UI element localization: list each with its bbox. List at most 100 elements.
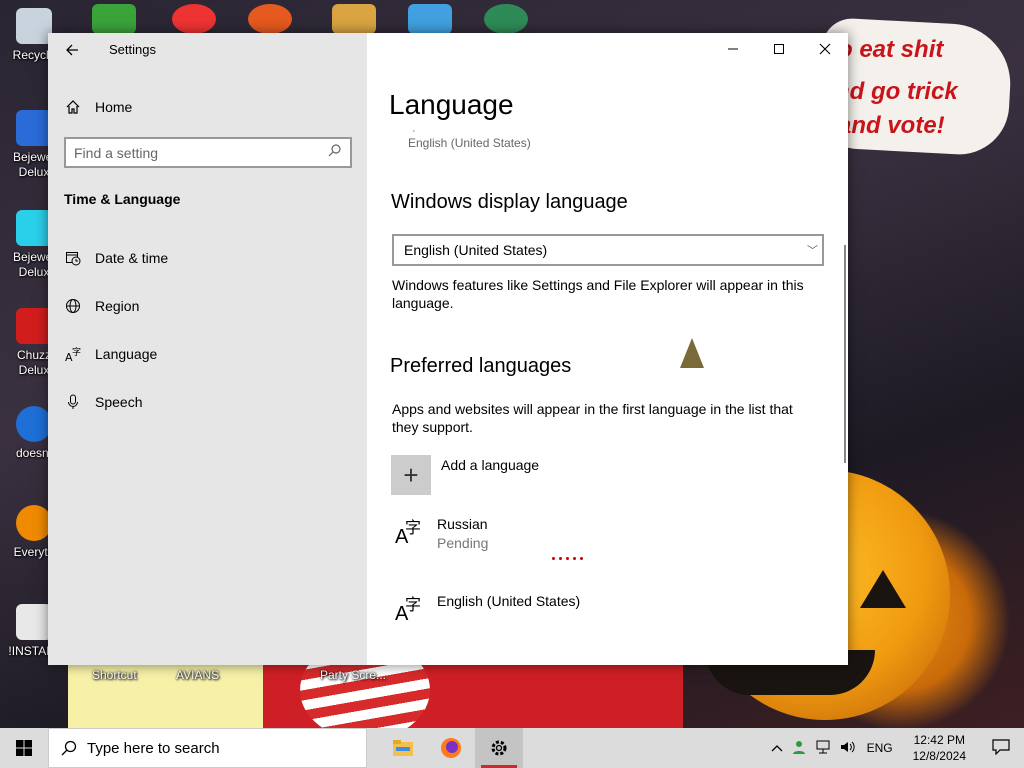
search-icon xyxy=(61,740,77,756)
find-setting-search[interactable] xyxy=(64,137,352,168)
wallpaper-text-2: nd go trick xyxy=(835,78,958,105)
taskbar-file-explorer[interactable] xyxy=(379,728,427,768)
add-language-label: Add a language xyxy=(441,457,540,473)
display-language-selected: English (United States) xyxy=(404,242,548,258)
desktop-caption-shortcut[interactable]: Shortcut xyxy=(92,668,137,682)
language-name: English (United States) xyxy=(437,593,581,609)
install-progress-indicator xyxy=(552,557,583,560)
sidebar-item-label: Region xyxy=(95,298,140,314)
firefox-icon xyxy=(441,738,461,758)
tray-volume[interactable] xyxy=(835,739,859,758)
taskbar-search-placeholder: Type here to search xyxy=(87,739,220,757)
minimize-icon xyxy=(728,48,738,50)
chevron-down-icon: ﹀ xyxy=(807,245,818,257)
character-icon[interactable] xyxy=(484,4,528,34)
preferred-languages-heading: Preferred languages xyxy=(390,355,572,377)
taskbar-firefox[interactable] xyxy=(427,728,475,768)
animated-cursor-icon xyxy=(680,338,704,368)
maximize-button[interactable] xyxy=(756,33,802,65)
sidebar-section-title: Time & Language xyxy=(64,191,181,207)
wallpaper-text-1: o eat shit xyxy=(838,36,944,63)
folder-icon xyxy=(393,740,413,756)
calendar-clock-icon xyxy=(64,249,82,267)
bejeweled-icon xyxy=(16,110,52,146)
settings-window: Settings Home Time & Language Date & tim… xyxy=(48,33,848,665)
arrow-left-icon xyxy=(66,44,78,56)
sidebar-item-label: Date & time xyxy=(95,250,169,266)
close-button[interactable] xyxy=(802,33,848,65)
language-item-english[interactable]: A字 English (United States) xyxy=(395,593,580,625)
taskbar-search-box[interactable]: Type here to search xyxy=(48,728,367,768)
chevron-up-icon xyxy=(771,745,783,752)
document-icon xyxy=(16,604,52,640)
display-language-description: Windows features like Settings and File … xyxy=(392,277,804,311)
window-controls xyxy=(710,33,848,65)
notification-icon xyxy=(992,738,1010,755)
people-icon[interactable] xyxy=(92,4,136,34)
thunderbird-icon xyxy=(16,406,52,442)
microphone-icon xyxy=(64,393,82,411)
taskbar-settings[interactable] xyxy=(475,728,523,768)
plus-icon: + xyxy=(391,455,431,495)
sidebar-item-label: Home xyxy=(95,99,133,115)
game-icon[interactable] xyxy=(332,4,376,34)
action-center-button[interactable] xyxy=(978,738,1024,758)
taskbar: Type here to search ENG 12:42 PM 12/8/20… xyxy=(0,728,1024,768)
start-button[interactable] xyxy=(0,728,48,768)
windows-app-icon[interactable] xyxy=(408,4,452,34)
settings-sidebar: Settings Home Time & Language Date & tim… xyxy=(48,33,367,665)
clock-time: 12:42 PM xyxy=(913,733,965,747)
search-magnifier-icon xyxy=(16,505,52,541)
subtitle-current-language: English (United States) xyxy=(408,136,531,150)
language-name: Russian xyxy=(437,516,488,532)
search-icon[interactable] xyxy=(328,143,342,162)
svg-text:字: 字 xyxy=(72,346,81,358)
volume-icon xyxy=(840,741,855,752)
desktop-caption-party[interactable]: Party Scre... xyxy=(320,668,386,682)
sidebar-item-home[interactable]: Home xyxy=(64,95,344,119)
input-language-indicator[interactable]: ENG xyxy=(859,741,901,755)
clock-date: 12/8/2024 xyxy=(912,749,966,763)
sidebar-item-region[interactable]: Region xyxy=(64,294,344,318)
wallpaper-text-3: and vote! xyxy=(838,112,945,139)
tray-network[interactable] xyxy=(811,739,835,758)
settings-content: Language · English (United States) Windo… xyxy=(367,33,848,665)
maximize-icon xyxy=(774,44,784,54)
add-language-button[interactable]: + Add a language xyxy=(391,455,539,495)
tray-overflow-button[interactable] xyxy=(767,741,787,755)
gear-icon xyxy=(491,740,507,756)
back-button[interactable] xyxy=(60,39,84,63)
close-icon xyxy=(819,43,831,55)
scrollbar[interactable] xyxy=(844,245,846,463)
sidebar-item-date-time[interactable]: Date & time xyxy=(64,246,344,270)
sidebar-item-language[interactable]: A字 Language xyxy=(64,342,344,366)
tray-people[interactable] xyxy=(787,739,811,758)
language-item-russian[interactable]: A字 Russian Pending xyxy=(395,516,488,551)
display-language-heading: Windows display language xyxy=(391,191,628,213)
language-icon: A字 xyxy=(64,345,82,363)
sidebar-item-speech[interactable]: Speech xyxy=(64,390,344,414)
windows-logo-icon xyxy=(16,740,32,756)
network-icon xyxy=(816,740,830,753)
system-tray: ENG 12:42 PM 12/8/2024 xyxy=(767,728,1024,768)
sidebar-item-label: Language xyxy=(95,346,158,362)
page-title: Language xyxy=(389,89,514,120)
desktop-caption-avians[interactable]: AVIANS xyxy=(176,668,219,682)
recycle-bin-icon xyxy=(16,8,52,44)
chrome-icon[interactable] xyxy=(172,4,216,34)
bejeweled-diamond-icon xyxy=(16,210,52,246)
find-setting-input[interactable] xyxy=(74,144,328,161)
globe-icon xyxy=(64,297,82,315)
minimize-button[interactable] xyxy=(710,33,756,65)
display-language-dropdown[interactable]: English (United States) ﹀ xyxy=(392,234,824,266)
language-icon: A字 xyxy=(395,520,422,548)
chuzzle-icon xyxy=(16,308,52,344)
people-icon xyxy=(792,740,805,754)
preferred-languages-description: Apps and websites will appear in the fir… xyxy=(392,401,793,435)
home-icon xyxy=(64,98,82,116)
language-status: Pending xyxy=(437,535,489,551)
window-title: Settings xyxy=(109,42,156,57)
language-icon: A字 xyxy=(395,597,422,625)
taskbar-clock[interactable]: 12:42 PM 12/8/2024 xyxy=(901,732,978,764)
app-icon[interactable] xyxy=(248,4,292,34)
